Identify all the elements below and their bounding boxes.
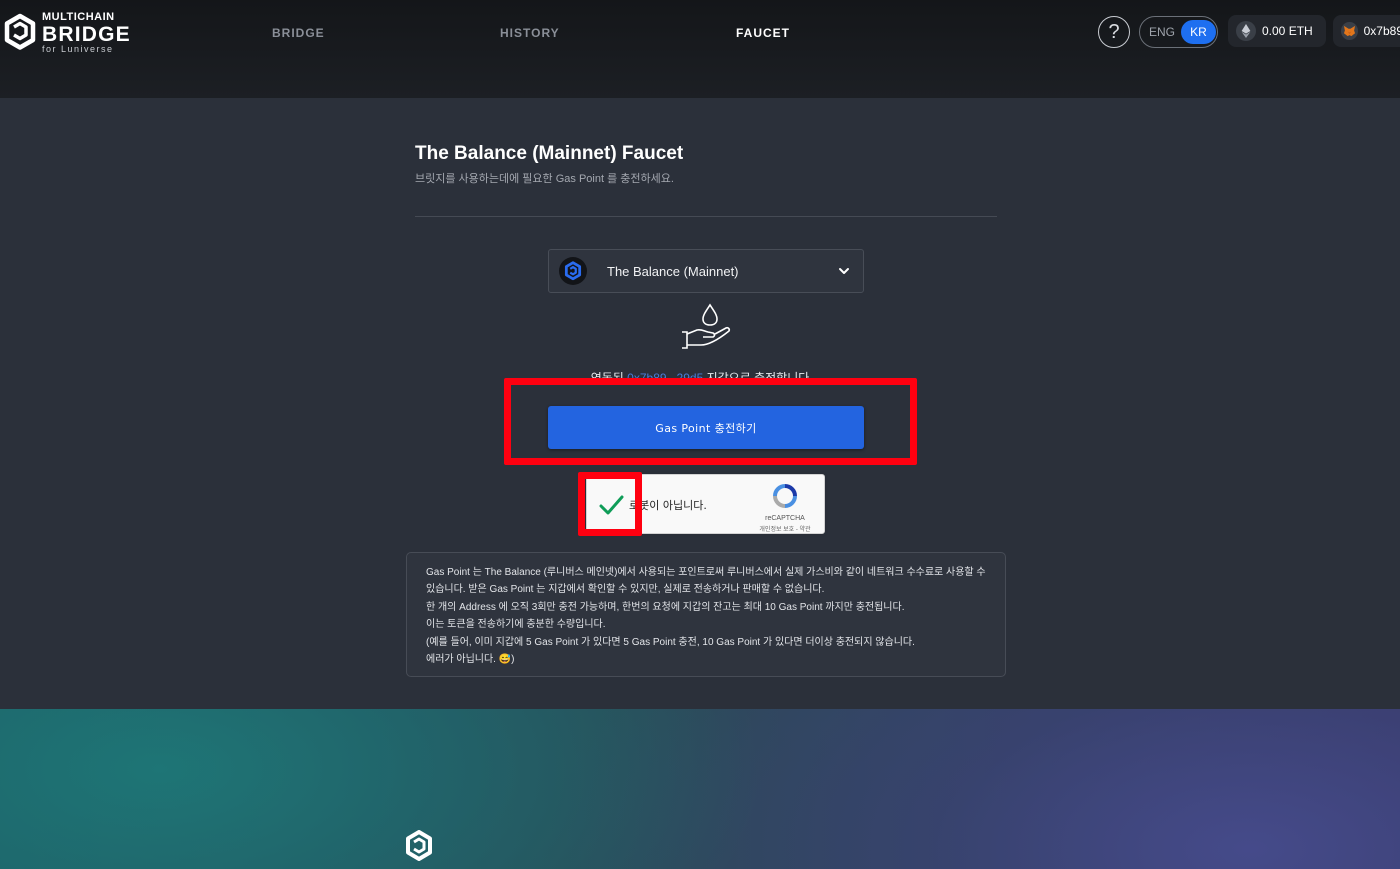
info-line: 있습니다. 받은 Gas Point 는 지갑에서 확인할 수 있지만, 실제로…: [426, 584, 825, 596]
info-line: 에러가 아닙니다. 😅): [426, 654, 515, 666]
info-line: (예를 들어, 이미 지갑에 5 Gas Point 가 있다면 5 Gas P…: [426, 636, 915, 648]
divider: [415, 216, 997, 217]
nav-faucet[interactable]: FAUCET: [736, 26, 790, 40]
logo-sub-text: for Luniverse: [42, 44, 114, 54]
recaptcha-logo-icon: [773, 484, 797, 508]
lang-eng-option[interactable]: ENG: [1149, 25, 1175, 39]
multichain-bridge-logo-icon: [4, 13, 36, 50]
eth-balance[interactable]: 0.00 ETH: [1228, 15, 1326, 47]
lang-kr-option[interactable]: KR: [1181, 20, 1217, 44]
eth-balance-text: 0.00 ETH: [1262, 24, 1313, 38]
chain-select[interactable]: The Balance (Mainnet): [548, 249, 864, 293]
info-line: Gas Point 는 The Balance (루니버스 메인넷)에서 사용되…: [426, 567, 986, 578]
nav-bridge[interactable]: BRIDGE: [272, 26, 325, 40]
recaptcha-checkmark-icon[interactable]: [597, 491, 625, 519]
app-logo[interactable]: MULTICHAIN BRIDGE for Luniverse: [4, 12, 131, 54]
connected-wallet-text: 연동된 0x7b89...29d5 지갑으로 충전합니다: [0, 370, 1400, 381]
top-header: MULTICHAIN BRIDGE for Luniverse BRIDGE H…: [0, 0, 1400, 98]
page-subtitle: 브릿지를 사용하는데에 필요한 Gas Point 를 충전하세요.: [415, 173, 674, 185]
footer-logo-icon: [406, 830, 432, 861]
recaptcha-name: reCAPTCHA: [765, 515, 805, 522]
recaptcha-widget[interactable]: 로봇이 아닙니다. reCAPTCHA 개인정보 보호 - 약관: [586, 474, 825, 534]
chain-logo-icon: [559, 257, 587, 285]
footer: [0, 709, 1400, 869]
metamask-fox-icon: [1341, 22, 1358, 40]
eth-icon: [1236, 21, 1256, 41]
page-title: The Balance (Mainnet) Faucet: [415, 143, 684, 164]
language-toggle[interactable]: ENG KR: [1139, 16, 1218, 48]
chevron-down-icon: [839, 268, 849, 274]
charge-gas-point-button[interactable]: Gas Point 충전하기: [548, 406, 864, 449]
connected-prefix: 연동된: [590, 371, 624, 381]
logo-top-text: MULTICHAIN: [42, 11, 115, 23]
connected-suffix: 지갑으로 충전합니다: [706, 371, 810, 381]
chain-select-value: The Balance (Mainnet): [607, 263, 739, 279]
info-line: 이는 토큰을 전송하기에 충분한 수량입니다.: [426, 619, 606, 631]
faucet-hand-drop-icon: [682, 303, 731, 349]
recaptcha-links[interactable]: 개인정보 보호 - 약관: [755, 524, 815, 533]
wallet-address[interactable]: 0x7b89...: [1333, 15, 1400, 47]
faucet-info-box: Gas Point 는 The Balance (루니버스 메인넷)에서 사용되…: [406, 552, 1006, 677]
info-line: 한 개의 Address 에 오직 3회만 충전 가능하며, 한번의 요청에 지…: [426, 601, 905, 613]
connected-address[interactable]: 0x7b89...29d5: [627, 371, 703, 381]
help-button[interactable]: ?: [1098, 16, 1130, 48]
logo-main-text: BRIDGE: [42, 23, 131, 46]
wallet-address-text: 0x7b89...: [1363, 24, 1400, 38]
help-icon: ?: [1108, 20, 1120, 43]
recaptcha-label: 로봇이 아닙니다.: [629, 499, 707, 512]
nav-history[interactable]: HISTORY: [500, 26, 560, 40]
recaptcha-brand: reCAPTCHA 개인정보 보호 - 약관: [755, 483, 815, 533]
